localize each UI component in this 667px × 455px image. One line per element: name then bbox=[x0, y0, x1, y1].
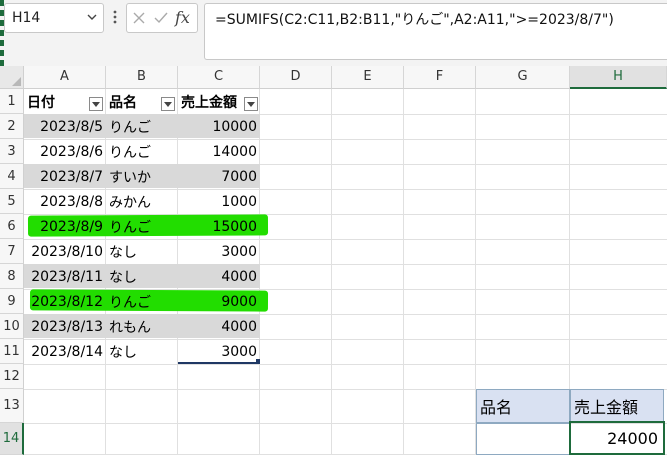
cell-b9[interactable]: りんご bbox=[106, 289, 178, 314]
row-header-12[interactable]: 12 bbox=[0, 364, 24, 389]
cancel-icon[interactable] bbox=[132, 11, 146, 25]
cell-b6[interactable]: りんご bbox=[106, 214, 178, 239]
row-header-2[interactable]: 2 bbox=[0, 114, 24, 139]
cell-b4[interactable]: すいか bbox=[106, 164, 178, 189]
cell-b3[interactable]: りんご bbox=[106, 139, 178, 164]
cell-c9[interactable]: 9000 bbox=[178, 289, 260, 314]
cell-b11[interactable]: なし bbox=[106, 339, 178, 364]
cell-a7[interactable]: 2023/8/10 bbox=[24, 239, 106, 264]
cell-b7[interactable]: なし bbox=[106, 239, 178, 264]
cell-c8[interactable]: 4000 bbox=[178, 264, 260, 289]
cell-c5[interactable]: 1000 bbox=[178, 189, 260, 214]
spreadsheet-grid: A B C D E F G H 1 2 3 4 5 6 7 8 9 10 11 … bbox=[0, 66, 667, 455]
formula-input[interactable]: =SUMIFS(C2:C11,B2:B11,"りんご",A2:A11,">=20… bbox=[204, 3, 667, 60]
table-resize-handle[interactable] bbox=[256, 359, 260, 363]
cell-a10[interactable]: 2023/8/13 bbox=[24, 314, 106, 339]
table-header-item-label: 品名 bbox=[109, 94, 137, 111]
row-header-1[interactable]: 1 bbox=[0, 89, 24, 114]
insert-function-icon[interactable]: fx bbox=[175, 8, 190, 27]
filter-arrow-icon bbox=[92, 102, 100, 107]
cell-h14-selected[interactable]: 24000 bbox=[569, 421, 665, 455]
row-header-3[interactable]: 3 bbox=[0, 139, 24, 164]
row-header-7[interactable]: 7 bbox=[0, 239, 24, 264]
column-header-g[interactable]: G bbox=[476, 66, 570, 89]
formula-bar-area: H14 fx =SUMIFS(C2:C11,B2:B11,"りんご",A2:A1… bbox=[0, 0, 667, 66]
cell-c6[interactable]: 15000 bbox=[178, 214, 260, 239]
column-header-h[interactable]: H bbox=[570, 66, 667, 89]
filter-dropdown-item[interactable] bbox=[161, 97, 175, 111]
cell-b8[interactable]: なし bbox=[106, 264, 178, 289]
cell-b5[interactable]: みかん bbox=[106, 189, 178, 214]
cell-a9[interactable]: 2023/8/12 bbox=[24, 289, 106, 314]
cell-c2[interactable]: 10000 bbox=[178, 114, 260, 139]
row-header-13[interactable]: 13 bbox=[0, 389, 24, 423]
formula-text: =SUMIFS(C2:C11,B2:B11,"りんご",A2:A11,">=20… bbox=[215, 12, 614, 28]
column-header-e[interactable]: E bbox=[332, 66, 404, 89]
name-box[interactable]: H14 bbox=[4, 3, 104, 33]
cell-a4[interactable]: 2023/8/7 bbox=[24, 164, 106, 189]
cell-a3[interactable]: 2023/8/6 bbox=[24, 139, 106, 164]
cell-a2[interactable]: 2023/8/5 bbox=[24, 114, 106, 139]
name-box-value: H14 bbox=[12, 10, 41, 26]
row-header-5[interactable]: 5 bbox=[0, 189, 24, 214]
filter-arrow-icon bbox=[247, 102, 255, 107]
row-header-14[interactable]: 14 bbox=[0, 423, 24, 455]
select-all-button[interactable] bbox=[0, 66, 24, 89]
enter-check-icon[interactable] bbox=[153, 11, 169, 25]
cell-c7[interactable]: 3000 bbox=[178, 239, 260, 264]
more-options-icon[interactable] bbox=[108, 4, 122, 30]
table-header-amount-label: 売上金額 bbox=[181, 94, 237, 111]
cell-b10[interactable]: れもん bbox=[106, 314, 178, 339]
row-header-9[interactable]: 9 bbox=[0, 289, 24, 314]
filter-dropdown-date[interactable] bbox=[89, 97, 103, 111]
formula-controls: fx bbox=[126, 3, 198, 33]
row-header-6[interactable]: 6 bbox=[0, 214, 24, 239]
column-header-b[interactable]: B bbox=[106, 66, 178, 89]
cell-a8[interactable]: 2023/8/11 bbox=[24, 264, 106, 289]
filter-dropdown-amount[interactable] bbox=[244, 97, 258, 111]
column-header-a[interactable]: A bbox=[24, 66, 106, 89]
cell-c3[interactable]: 14000 bbox=[178, 139, 260, 164]
cell-c4[interactable]: 7000 bbox=[178, 164, 260, 189]
cell-a5[interactable]: 2023/8/8 bbox=[24, 189, 106, 214]
cell-a6[interactable]: 2023/8/9 bbox=[24, 214, 106, 239]
table-bottom-border bbox=[178, 362, 260, 364]
row-header-11[interactable]: 11 bbox=[0, 339, 24, 364]
row-header-8[interactable]: 8 bbox=[0, 264, 24, 289]
row-header-4[interactable]: 4 bbox=[0, 164, 24, 189]
cell-g14[interactable] bbox=[476, 423, 570, 455]
cell-c11[interactable]: 3000 bbox=[178, 339, 260, 364]
row-header-10[interactable]: 10 bbox=[0, 314, 24, 339]
chevron-down-icon[interactable] bbox=[86, 11, 98, 23]
table-header-date-label: 日付 bbox=[27, 94, 55, 111]
cell-c10[interactable]: 4000 bbox=[178, 314, 260, 339]
result-header-amount[interactable]: 売上金額 bbox=[570, 389, 664, 423]
cell-a11[interactable]: 2023/8/14 bbox=[24, 339, 106, 364]
filter-arrow-icon bbox=[164, 102, 172, 107]
result-header-item[interactable]: 品名 bbox=[476, 389, 570, 423]
column-header-f[interactable]: F bbox=[404, 66, 476, 89]
column-header-d[interactable]: D bbox=[260, 66, 332, 89]
column-header-c[interactable]: C bbox=[178, 66, 260, 89]
cell-b2[interactable]: りんご bbox=[106, 114, 178, 139]
